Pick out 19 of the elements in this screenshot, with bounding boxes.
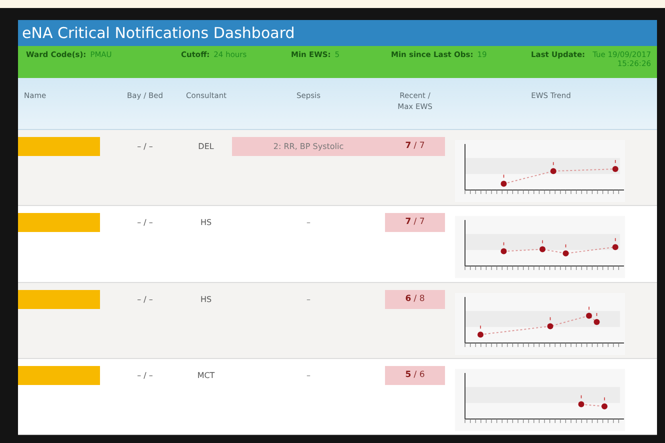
table-cell-text: HS	[199, 217, 213, 228]
sepsis-cell-text: –	[306, 294, 312, 306]
table-cell-text: DEL	[197, 141, 215, 151]
table-cell-text: MCT	[196, 370, 216, 380]
sepsis-cell-text: –	[306, 370, 312, 382]
ews-score: 6 / 8	[385, 290, 445, 308]
ews-score: 5 / 6	[385, 366, 445, 385]
table-cell-text: HS	[199, 294, 213, 304]
table-cell-text: – / –	[136, 294, 154, 304]
ews-score: 7 / 7	[385, 213, 445, 232]
table-cell-text: – / –	[136, 141, 154, 151]
sepsis-cell: 2: RR, BP Systolic	[232, 137, 385, 156]
table-cell-text: – / –	[136, 370, 154, 380]
ews-score: 7 / 7	[385, 137, 445, 156]
table-row[interactable]: – / – DEL 2: RR, BP Systolic 7 / 7	[18, 130, 657, 206]
window-title: eNA Critical Notifications Dashboard	[18, 20, 657, 46]
table-row[interactable]: – / – HS – 6 / 8	[18, 282, 657, 359]
table-cell-text: – / –	[136, 217, 154, 228]
sepsis-cell-text: –	[306, 217, 312, 230]
